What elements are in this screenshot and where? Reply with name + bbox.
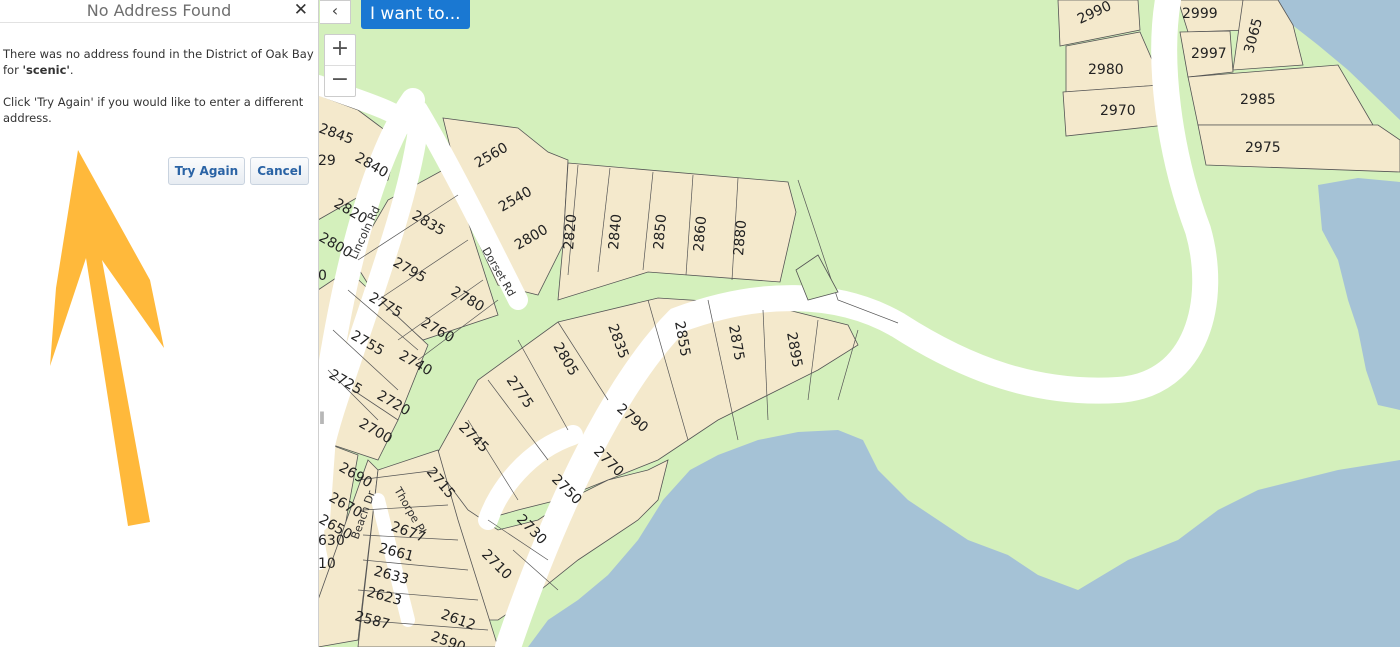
parcel-map[interactable]: 2990 2999 3065 2997 2980 2970 2985 2975 … [318,0,1400,647]
dialog-header: No Address Found ✕ [0,0,318,23]
lot-number: 2985 [1240,92,1276,108]
lot-number: 2997 [1191,46,1227,62]
dialog-buttons: Try Again Cancel [167,157,309,185]
cancel-button[interactable]: Cancel [250,157,309,185]
lot-number: 2850 [651,213,670,250]
zoom-out-button[interactable]: − [325,65,355,96]
lot-number: 630 [318,533,345,549]
lot-number: 2999 [1182,6,1218,22]
dialog-title: No Address Found [86,1,232,20]
lot-number: 2860 [691,215,710,252]
try-again-hint: Click 'Try Again' if you would like to e… [3,95,304,125]
lot-number: 2840 [606,213,625,250]
water-area [528,430,1400,647]
lot-number: 2880 [731,219,750,256]
close-icon[interactable]: ✕ [294,0,308,20]
parcel [1197,124,1400,173]
lot-number: 0 [318,268,327,284]
i-want-to-button[interactable]: I want to... [361,0,470,29]
lot-number: 10 [318,556,336,572]
annotation-arrow-icon [50,150,164,526]
collapse-panel-button[interactable]: ‹ [320,0,351,24]
map-canvas[interactable]: 2990 2999 3065 2997 2980 2970 2985 2975 … [318,0,1400,647]
lot-number: 2975 [1245,140,1281,156]
parcel [557,162,797,301]
try-again-button[interactable]: Try Again [167,157,246,185]
zoom-control: + − [324,34,356,97]
no-address-message: There was no address found in the Distri… [3,46,315,78]
panel-resize-handle[interactable]: ‖ [319,410,327,432]
lot-number: 2980 [1088,62,1124,78]
lot-number: 29 [318,153,336,169]
lot-number: 2820 [561,213,580,250]
water-area [1318,178,1400,410]
lot-number: 2970 [1100,103,1136,119]
zoom-in-button[interactable]: + [325,35,355,65]
search-term: 'scenic' [22,63,70,77]
message-suffix: . [69,63,74,77]
dialog-body: There was no address found in the Distri… [0,23,318,126]
